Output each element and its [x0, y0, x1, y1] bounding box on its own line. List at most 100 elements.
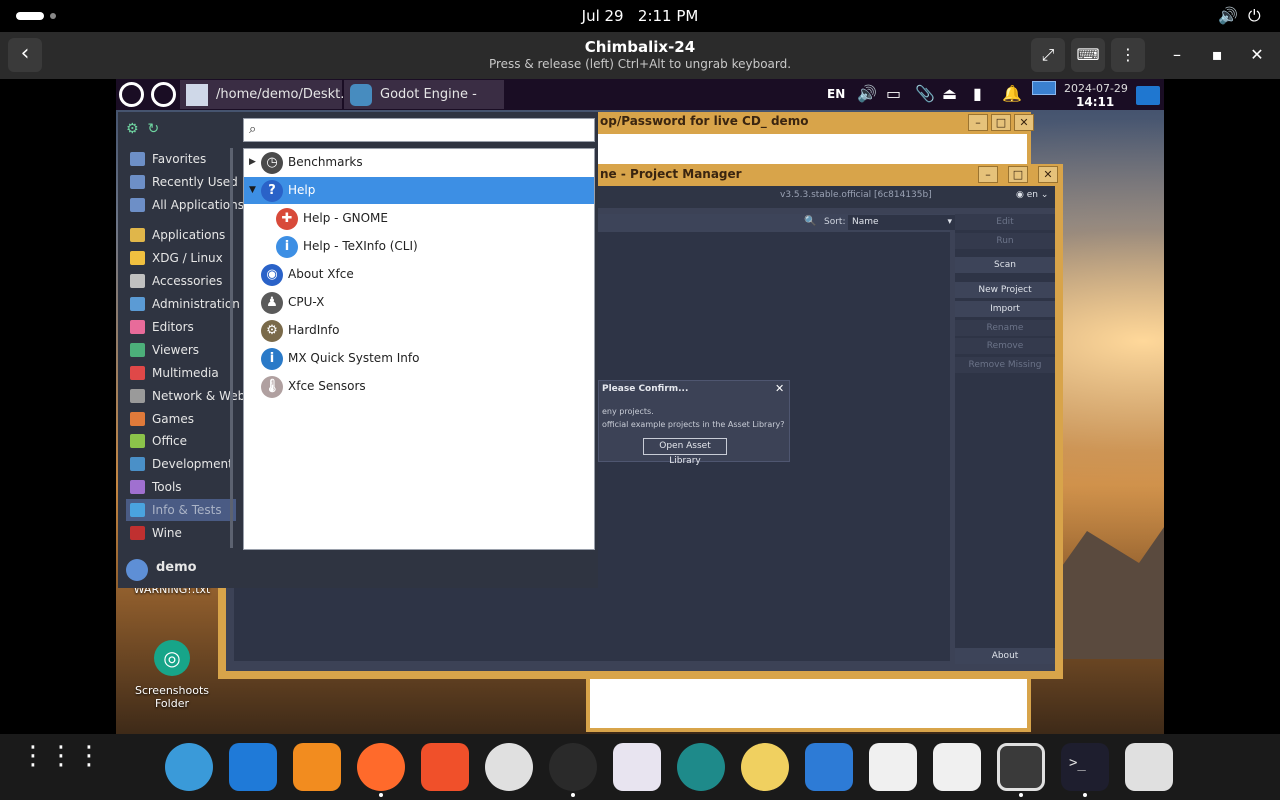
app-grid-icon[interactable]: ⋮⋮⋮: [20, 743, 102, 783]
software-store-icon[interactable]: [869, 743, 917, 791]
category-network-web[interactable]: Network & Web: [126, 385, 245, 407]
bell-icon[interactable]: 🔔: [1002, 84, 1022, 103]
menu-button[interactable]: ⋮: [1111, 38, 1145, 72]
window-maximize-button[interactable]: □: [991, 114, 1011, 131]
app-item-benchmarks[interactable]: ▶ ◷ Benchmarks: [244, 149, 594, 176]
settings-icon[interactable]: ⚙: [126, 121, 139, 137]
panel-time[interactable]: 14:11: [1076, 95, 1114, 109]
category-games[interactable]: Games: [126, 408, 236, 430]
window-maximize-button[interactable]: □: [1008, 166, 1028, 183]
boxes-icon[interactable]: [997, 743, 1045, 791]
show-desktop-button[interactable]: [1136, 86, 1160, 105]
app-label: Help: [288, 183, 316, 197]
app-item-cpu-x[interactable]: ♟ CPU-X: [244, 289, 594, 316]
recycle-icon[interactable]: [1125, 743, 1173, 791]
remove-missing-button[interactable]: Remove Missing: [955, 357, 1055, 373]
keyboard-button[interactable]: ⌨: [1071, 38, 1105, 72]
category-viewers[interactable]: Viewers: [126, 339, 236, 361]
sort-select[interactable]: Name ▾: [848, 215, 956, 230]
rename-button[interactable]: Rename: [955, 320, 1055, 336]
app-item-xfce-sensors[interactable]: 🌡 Xfce Sensors: [244, 373, 594, 400]
about-button[interactable]: About: [955, 648, 1055, 664]
category-label: Tools: [152, 480, 182, 494]
obs-icon[interactable]: [549, 743, 597, 791]
brave-icon[interactable]: [421, 743, 469, 791]
speaker-icon[interactable]: [741, 743, 789, 791]
category-info-tests[interactable]: Info & Tests: [126, 499, 236, 521]
language-selector[interactable]: ◉ en ⌄: [1016, 190, 1048, 200]
desktop-folder-screenshots[interactable]: Screenshoots Folder: [122, 684, 222, 710]
window-minimize-button[interactable]: –: [968, 114, 988, 131]
search-input[interactable]: [266, 121, 586, 139]
app-launcher-icon[interactable]: [151, 82, 176, 107]
fullscreen-button[interactable]: ⤢: [1031, 38, 1065, 72]
power-icon[interactable]: ⏻: [1248, 6, 1261, 26]
chrome-dev-icon[interactable]: [485, 743, 533, 791]
whisker-menu-button[interactable]: [119, 82, 144, 107]
chevron-right-icon[interactable]: ▶: [249, 149, 256, 176]
battery-icon[interactable]: ▮: [973, 84, 982, 103]
category-all-applications[interactable]: All Applications: [126, 194, 244, 216]
archive-icon[interactable]: [805, 743, 853, 791]
browser-globe-icon[interactable]: [165, 743, 213, 791]
category-label: Office: [152, 434, 188, 448]
maximize-button[interactable]: ▪: [1200, 38, 1234, 72]
close-icon[interactable]: ✕: [775, 382, 784, 395]
open-asset-library-button[interactable]: Open Asset Library: [643, 438, 727, 466]
vlc-icon[interactable]: [293, 743, 341, 791]
edit-button[interactable]: Edit: [955, 214, 1055, 230]
close-button[interactable]: ✕: [1240, 38, 1274, 72]
category-applications[interactable]: Applications: [126, 224, 236, 246]
volume-icon[interactable]: 🔊: [1218, 6, 1238, 25]
category-multimedia[interactable]: Multimedia: [126, 362, 236, 384]
camera-icon[interactable]: ◎: [154, 640, 190, 676]
import-button[interactable]: Import: [955, 301, 1055, 317]
volume-icon[interactable]: 🔊: [857, 84, 877, 103]
window-minimize-button[interactable]: –: [978, 166, 998, 183]
window-close-button[interactable]: ✕: [1014, 114, 1034, 131]
category-xdg-linux[interactable]: XDG / Linux: [126, 247, 236, 269]
app-icon: ◷: [261, 152, 283, 174]
avatar[interactable]: [126, 559, 148, 581]
eject-icon[interactable]: ⏏: [942, 84, 957, 103]
terminal-icon[interactable]: >_: [1061, 743, 1109, 791]
task-file-manager[interactable]: /home/demo/Deskt...: [180, 80, 353, 109]
display-icon[interactable]: ▭: [886, 84, 901, 103]
category-administration[interactable]: Administration: [126, 293, 240, 315]
category-tools[interactable]: Tools: [126, 476, 236, 498]
category-accessories[interactable]: Accessories: [126, 270, 236, 292]
new-project-button[interactable]: New Project: [955, 282, 1055, 298]
chevron-down-icon[interactable]: ▼: [249, 177, 256, 204]
monitor-icon[interactable]: [1032, 81, 1056, 95]
firefox-icon[interactable]: [357, 743, 405, 791]
run-button[interactable]: Run: [955, 233, 1055, 249]
calendar-icon[interactable]: [613, 743, 661, 791]
category-scrollbar[interactable]: [230, 148, 233, 548]
app-item-about-xfce[interactable]: ◉ About Xfce: [244, 261, 594, 288]
minimize-button[interactable]: –: [1160, 38, 1194, 72]
window-close-button[interactable]: ✕: [1038, 166, 1058, 183]
menu-search[interactable]: ⌕: [243, 118, 595, 142]
remove-button[interactable]: Remove: [955, 338, 1055, 354]
category-favorites[interactable]: Favorites: [126, 148, 236, 170]
app-item-mx-quick-system-info[interactable]: i MX Quick System Info: [244, 345, 594, 372]
category-editors[interactable]: Editors: [126, 316, 236, 338]
vscode-icon[interactable]: [229, 743, 277, 791]
category-wine[interactable]: Wine: [126, 522, 236, 544]
clock[interactable]: Jul 29 2:11 PM: [0, 7, 1280, 25]
refresh-icon[interactable]: ↻: [147, 121, 159, 137]
app-item-hardinfo[interactable]: ⚙ HardInfo: [244, 317, 594, 344]
text-editor-icon[interactable]: [933, 743, 981, 791]
edge-dev-icon[interactable]: [677, 743, 725, 791]
keyboard-layout[interactable]: EN: [827, 87, 845, 101]
app-item-help-texinfo-cli[interactable]: i Help - TeXInfo (CLI): [244, 233, 594, 260]
app-item-help-gnome[interactable]: ✚ Help - GNOME: [244, 205, 594, 232]
clip-icon[interactable]: 📎: [915, 84, 935, 103]
app-item-help[interactable]: ▼? Help: [244, 177, 594, 204]
category-development[interactable]: Development: [126, 453, 236, 475]
category-recently-used[interactable]: Recently Used: [126, 171, 238, 193]
task-godot[interactable]: Godot Engine - Proj...: [344, 80, 504, 131]
category-office[interactable]: Office: [126, 430, 236, 452]
scan-button[interactable]: Scan: [955, 257, 1055, 273]
confirm-dialog[interactable]: Please Confirm... ✕ eny projects. offici…: [598, 380, 790, 466]
